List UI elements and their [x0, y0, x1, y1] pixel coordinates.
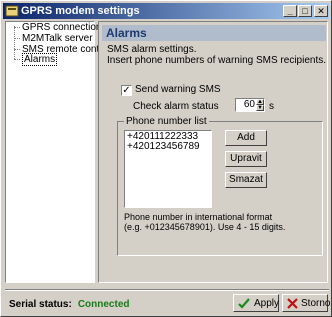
settings-tree[interactable]: GPRS connection M2MTalk server SMS remot…: [5, 21, 110, 283]
phone-format-hint: Phone number in international format (e.…: [124, 212, 324, 232]
minimize-icon: _: [287, 6, 293, 16]
apply-label: Apply: [254, 298, 280, 309]
minimize-button[interactable]: _: [283, 5, 297, 17]
check-status-spinner[interactable]: 60 ▲ ▼: [235, 98, 265, 112]
close-icon: ✕: [317, 6, 325, 16]
serial-status-value: Connected: [77, 299, 130, 310]
panel-description: SMS alarm settings. Insert phone numbers…: [107, 44, 326, 66]
settings-window: GPRS modem settings _ □ ✕ GPRS connectio…: [0, 0, 332, 317]
maximize-button[interactable]: □: [298, 5, 312, 17]
check-status-value: 60: [243, 99, 255, 110]
send-warning-label: Send warning SMS: [135, 84, 221, 95]
alarms-panel: Alarms SMS alarm settings. Insert phone …: [98, 21, 328, 283]
phone-list-group-label: Phone number list: [124, 116, 209, 127]
tree-branch: [14, 27, 20, 28]
close-button[interactable]: ✕: [314, 5, 328, 17]
add-button[interactable]: Add: [225, 130, 267, 146]
serial-status-label: Serial status:: [9, 299, 72, 310]
hint-line-1: Phone number in international format: [124, 212, 273, 222]
maximize-icon: □: [302, 6, 308, 16]
check-status-label: Check alarm status: [133, 101, 219, 112]
list-item[interactable]: +420123456789: [127, 142, 200, 152]
tree-item-gprs-connection[interactable]: GPRS connection: [22, 22, 102, 33]
tree-branch: [14, 59, 20, 60]
check-status-unit: s: [269, 101, 274, 112]
cancel-button[interactable]: Storno: [282, 294, 331, 312]
serial-status: Serial status: Connected: [9, 299, 129, 310]
apply-button[interactable]: Apply: [233, 294, 279, 312]
tree-line: [14, 26, 15, 59]
check-icon: [238, 298, 250, 309]
send-warning-checkbox[interactable]: ✓: [121, 85, 132, 96]
footer-separator: [5, 289, 329, 291]
phone-number-list[interactable]: +420111222333 +420123456789: [124, 130, 212, 208]
tree-branch: [14, 38, 20, 39]
panel-title: Alarms: [102, 25, 326, 41]
description-line-1: SMS alarm settings.: [107, 44, 197, 55]
tree-item-m2mtalk-server[interactable]: M2MTalk server: [22, 33, 93, 44]
app-icon: [5, 5, 19, 17]
down-arrow-icon: ▼: [257, 105, 263, 111]
title-bar[interactable]: GPRS modem settings _ □ ✕: [3, 3, 329, 19]
delete-button[interactable]: Smazat: [225, 172, 267, 188]
x-icon: [287, 298, 298, 309]
window-title: GPRS modem settings: [21, 5, 140, 17]
description-line-2: Insert phone numbers of warning SMS reci…: [107, 55, 326, 66]
checkmark-icon: ✓: [122, 85, 131, 96]
hint-line-2: (e.g. +012345678901). Use 4 - 15 digits.: [124, 222, 286, 232]
tree-item-alarms[interactable]: Alarms: [22, 53, 58, 66]
edit-button[interactable]: Upravit: [225, 151, 267, 167]
tree-branch: [14, 49, 20, 50]
cancel-label: Storno: [301, 298, 331, 309]
spin-down-button[interactable]: ▼: [256, 105, 264, 111]
